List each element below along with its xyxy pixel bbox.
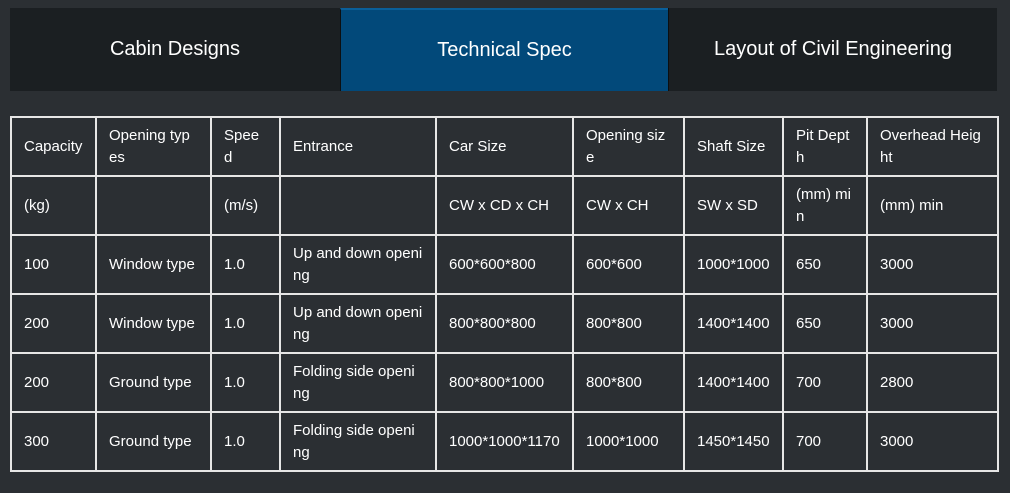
table-cell: Ground type (95, 352, 212, 413)
table-header-row: Capacity Opening types Speed Entrance Ca… (10, 116, 999, 177)
table-cell: 700 (782, 411, 868, 472)
table-cell: 2800 (866, 352, 999, 413)
header-cell: Overhead Height (866, 116, 999, 177)
unit-cell: SW x SD (683, 175, 784, 236)
table-cell: 200 (10, 352, 97, 413)
table-row: 100 Window type 1.0 Up and down opening … (10, 234, 999, 295)
table-cell: 1.0 (210, 411, 281, 472)
header-cell: Shaft Size (683, 116, 784, 177)
table-cell: 1400*1400 (683, 352, 784, 413)
table-unit-row: (kg) (m/s) CW x CD x CH CW x CH SW x SD … (10, 175, 999, 236)
table-cell: 1000*1000*1170 (435, 411, 574, 472)
unit-cell: CW x CD x CH (435, 175, 574, 236)
table-row: 200 Ground type 1.0 Folding side opening… (10, 352, 999, 413)
header-cell: Car Size (435, 116, 574, 177)
header-cell: Opening types (95, 116, 212, 177)
table-cell: 600*600*800 (435, 234, 574, 295)
table-cell: 1.0 (210, 234, 281, 295)
table-cell: 1000*1000 (683, 234, 784, 295)
tab-cabin-designs[interactable]: Cabin Designs (10, 8, 340, 91)
table-cell: 3000 (866, 293, 999, 354)
header-cell: Entrance (279, 116, 437, 177)
tab-bar: Cabin Designs Technical Spec Layout of C… (10, 8, 997, 91)
header-cell: Pit Depth (782, 116, 868, 177)
table-cell: 800*800 (572, 352, 685, 413)
table-cell: Window type (95, 293, 212, 354)
unit-cell: (kg) (10, 175, 97, 236)
table-cell: 700 (782, 352, 868, 413)
spec-table: Capacity Opening types Speed Entrance Ca… (10, 116, 999, 472)
tab-layout-civil-engineering[interactable]: Layout of Civil Engineering (668, 8, 997, 91)
table-cell: Folding side opening (279, 352, 437, 413)
table-cell: 800*800 (572, 293, 685, 354)
table-cell: 3000 (866, 411, 999, 472)
unit-cell (95, 175, 212, 236)
table-cell: Up and down opening (279, 234, 437, 295)
table-cell: 1.0 (210, 293, 281, 354)
table-cell: 1400*1400 (683, 293, 784, 354)
table-cell: 650 (782, 234, 868, 295)
table-cell: 300 (10, 411, 97, 472)
table-cell: 800*800*800 (435, 293, 574, 354)
table-row: 300 Ground type 1.0 Folding side opening… (10, 411, 999, 472)
table-cell: 650 (782, 293, 868, 354)
unit-cell (279, 175, 437, 236)
table-cell: 1.0 (210, 352, 281, 413)
table-cell: 100 (10, 234, 97, 295)
unit-cell: (m/s) (210, 175, 281, 236)
header-cell: Opening size (572, 116, 685, 177)
table-cell: Up and down opening (279, 293, 437, 354)
header-cell: Speed (210, 116, 281, 177)
table-cell: 3000 (866, 234, 999, 295)
table-cell: Window type (95, 234, 212, 295)
tab-technical-spec[interactable]: Technical Spec (340, 8, 668, 91)
table-cell: 1000*1000 (572, 411, 685, 472)
unit-cell: (mm) min (782, 175, 868, 236)
table-cell: Ground type (95, 411, 212, 472)
unit-cell: CW x CH (572, 175, 685, 236)
unit-cell: (mm) min (866, 175, 999, 236)
table-cell: 1450*1450 (683, 411, 784, 472)
header-cell: Capacity (10, 116, 97, 177)
table-row: 200 Window type 1.0 Up and down opening … (10, 293, 999, 354)
table-cell: 600*600 (572, 234, 685, 295)
table-cell: 200 (10, 293, 97, 354)
table-cell: 800*800*1000 (435, 352, 574, 413)
table-cell: Folding side opening (279, 411, 437, 472)
